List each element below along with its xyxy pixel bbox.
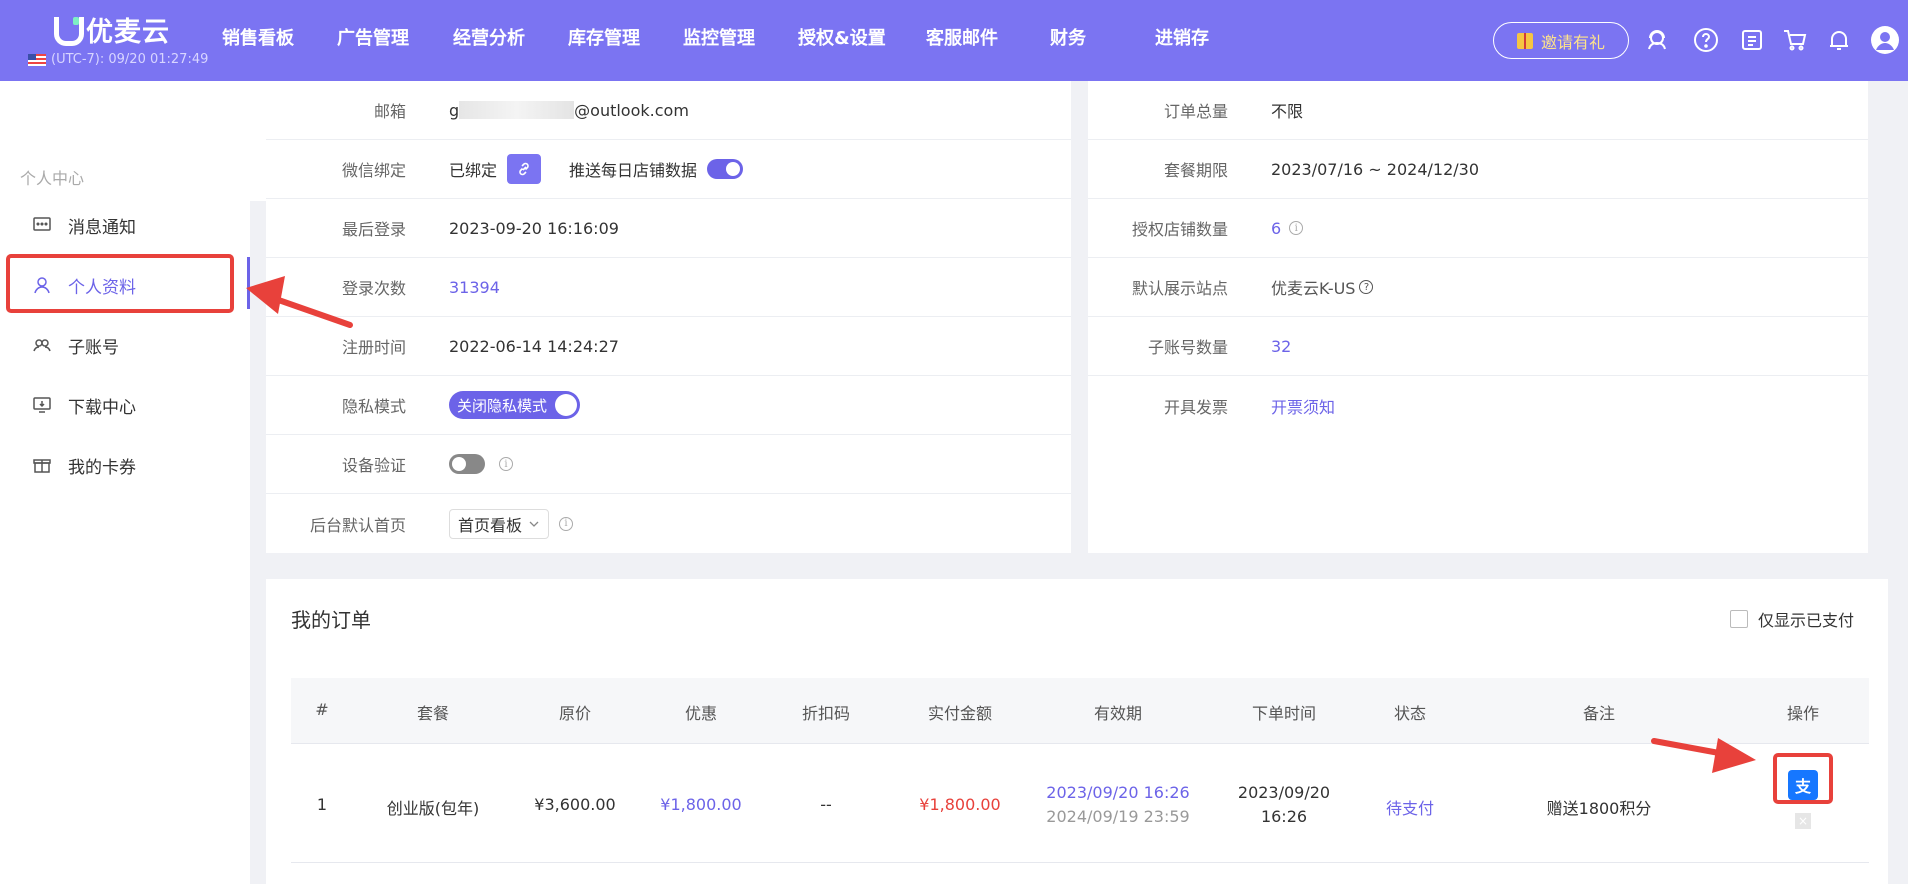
annotation-arrow-head: [1712, 738, 1756, 773]
annotation-arrow-head: [246, 276, 285, 314]
annotation-arrow-line: [267, 294, 353, 328]
annotation-arrows: [246, 276, 1756, 773]
